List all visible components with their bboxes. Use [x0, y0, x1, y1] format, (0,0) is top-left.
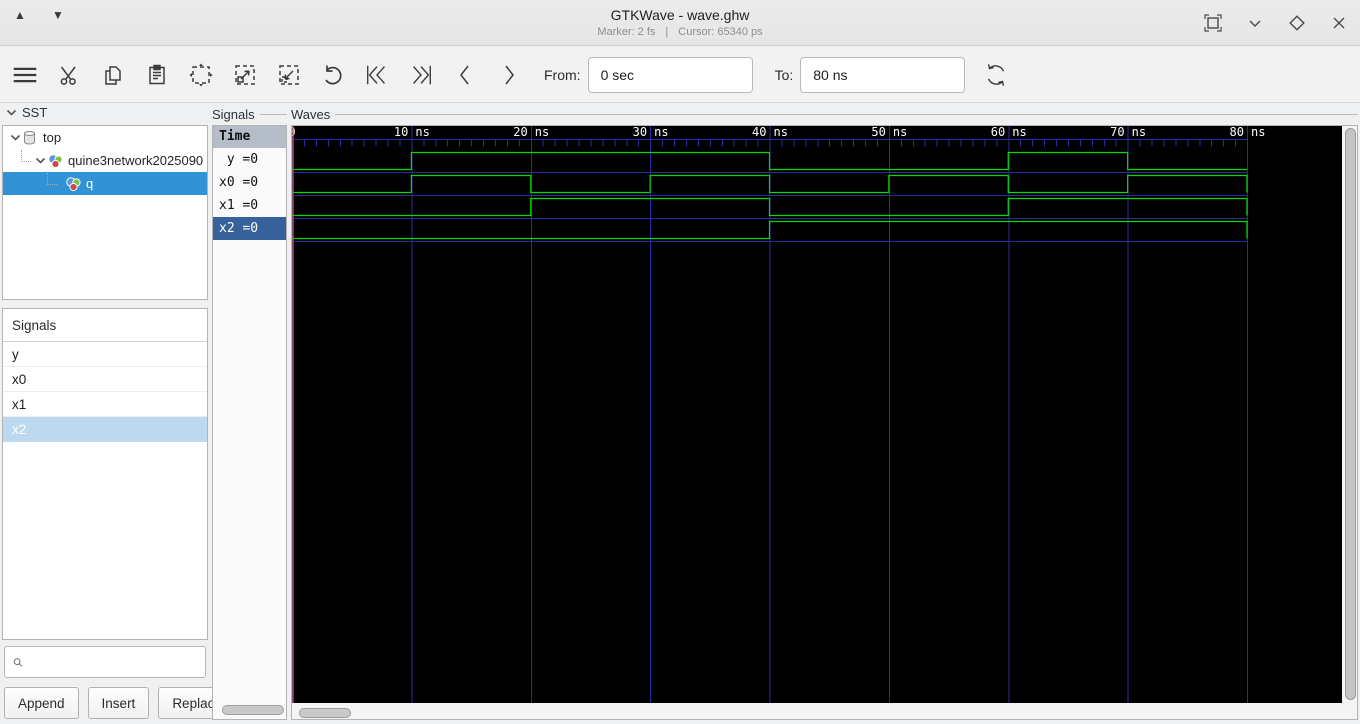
svg-text:40: 40 — [752, 126, 766, 139]
window-title: GTKWave - wave.ghw — [610, 7, 750, 23]
svg-text:ns: ns — [654, 126, 668, 139]
tree-item-label: q — [86, 176, 94, 191]
from-input[interactable] — [587, 56, 753, 93]
component-icon — [65, 176, 82, 192]
zoom-window-icon[interactable] — [1200, 10, 1226, 36]
wave-canvas[interactable]: 010ns20ns30ns40ns50ns60ns70ns80ns — [292, 126, 1342, 703]
signals-hscrollbar — [213, 704, 286, 716]
to-label: To: — [774, 66, 794, 83]
svg-text:80: 80 — [1230, 126, 1244, 139]
module-icon — [22, 130, 39, 146]
zoom-in-icon[interactable] — [232, 62, 258, 88]
paste-icon[interactable] — [144, 62, 170, 88]
status-separator: | — [665, 26, 669, 38]
waves-frame-label: Waves — [291, 107, 1358, 122]
time-header[interactable]: Time — [213, 126, 286, 148]
svg-text:ns: ns — [535, 126, 549, 139]
signal-value-row[interactable]: x2 =0 — [213, 217, 286, 240]
frame-line — [335, 114, 1358, 115]
list-item[interactable]: y — [3, 342, 207, 367]
tree-item-quine3network[interactable]: quine3network2025090 — [3, 149, 207, 172]
search-icon — [13, 657, 23, 667]
to-end-icon[interactable] — [408, 62, 434, 88]
reload-icon[interactable] — [983, 62, 1009, 88]
shade-up-icon[interactable]: ▲ — [10, 8, 30, 22]
cursor-status: Cursor: 65340 ps — [678, 26, 763, 38]
insert-button[interactable]: Insert — [87, 687, 150, 719]
undo-icon[interactable] — [320, 62, 346, 88]
to-input[interactable] — [800, 56, 966, 93]
step-right-icon[interactable] — [496, 62, 522, 88]
chevron-down-icon — [4, 106, 18, 120]
tree-item-q[interactable]: q — [3, 172, 207, 195]
signal-value-row[interactable]: x0 =0 — [213, 171, 286, 194]
wave-hscrollbar — [292, 706, 1357, 720]
svg-text:ns: ns — [893, 126, 907, 139]
minimize-icon[interactable] — [1242, 10, 1268, 36]
tree-connector — [21, 149, 31, 162]
tree-connector — [47, 172, 57, 185]
marker-cursor-status: Marker: 2 fs | Cursor: 65340 ps — [0, 26, 1360, 38]
signal-search — [4, 646, 206, 678]
wave-vscrollbar — [1344, 126, 1358, 703]
frame-line — [259, 114, 287, 115]
signals-frame-label: Signals — [212, 107, 287, 122]
svg-text:ns: ns — [1132, 126, 1146, 139]
signal-browser: Signals y x0 x1 x2 — [2, 308, 208, 640]
maximize-icon[interactable] — [1284, 10, 1310, 36]
svg-text:ns: ns — [1251, 126, 1265, 139]
search-input[interactable] — [23, 647, 205, 677]
append-button[interactable]: Append — [4, 687, 79, 719]
svg-text:70: 70 — [1110, 126, 1124, 139]
svg-text:20: 20 — [513, 126, 527, 139]
svg-text:60: 60 — [991, 126, 1005, 139]
svg-text:ns: ns — [415, 126, 429, 139]
signals-frame-text: Signals — [212, 107, 255, 122]
tree-item-top[interactable]: top — [3, 126, 207, 149]
sst-tree: top quine3network2025090 q — [2, 125, 208, 300]
svg-text:ns: ns — [774, 126, 788, 139]
marker-status: Marker: 2 fs — [597, 26, 656, 38]
tree-item-label: top — [43, 130, 62, 145]
wave-panel: 010ns20ns30ns40ns50ns60ns70ns80ns — [291, 125, 1358, 720]
signal-value-row[interactable]: y =0 — [213, 148, 286, 171]
svg-text:10: 10 — [394, 126, 408, 139]
signal-browser-header[interactable]: Signals — [3, 309, 207, 342]
titlebar: ▲ ▼ GTKWave - wave.ghw Marker: 2 fs | Curs… — [0, 0, 1360, 46]
zoom-fit-icon[interactable] — [188, 62, 214, 88]
waves-frame-text: Waves — [291, 107, 331, 122]
signals-panel: Time y =0 x0 =0 x1 =0 x2 =0 — [212, 125, 287, 720]
shade-down-icon[interactable]: ▼ — [48, 8, 68, 22]
chevron-down-icon[interactable] — [8, 131, 22, 145]
toolbar: From: To: — [0, 47, 1360, 103]
svg-text:ns: ns — [1012, 126, 1026, 139]
step-left-icon[interactable] — [452, 62, 478, 88]
from-label: From: — [544, 66, 581, 83]
wave-canvas-wrap: 010ns20ns30ns40ns50ns60ns70ns80ns — [292, 126, 1342, 703]
scrollbar-thumb[interactable] — [222, 705, 284, 715]
copy-icon[interactable] — [100, 62, 126, 88]
zoom-out-icon[interactable] — [276, 62, 302, 88]
svg-text:50: 50 — [871, 126, 885, 139]
menu-icon[interactable] — [12, 62, 38, 88]
list-item[interactable]: x2 — [3, 417, 207, 442]
sst-label: SST — [22, 105, 48, 120]
chevron-down-icon[interactable] — [33, 154, 47, 168]
tree-item-label: quine3network2025090 — [68, 153, 204, 168]
scrollbar-thumb[interactable] — [1345, 128, 1356, 700]
list-item[interactable]: x0 — [3, 367, 207, 392]
signal-value-row[interactable]: x1 =0 — [213, 194, 286, 217]
sst-expander[interactable]: SST — [4, 105, 47, 120]
svg-text:30: 30 — [633, 126, 647, 139]
component-icon — [47, 153, 64, 169]
scrollbar-thumb[interactable] — [299, 708, 351, 718]
to-start-icon[interactable] — [364, 62, 390, 88]
close-icon[interactable] — [1326, 10, 1352, 36]
gtkwave-window: ▲ ▼ GTKWave - wave.ghw Marker: 2 fs | Curs… — [0, 0, 1360, 724]
list-item[interactable]: x1 — [3, 392, 207, 417]
cut-icon[interactable] — [56, 62, 82, 88]
